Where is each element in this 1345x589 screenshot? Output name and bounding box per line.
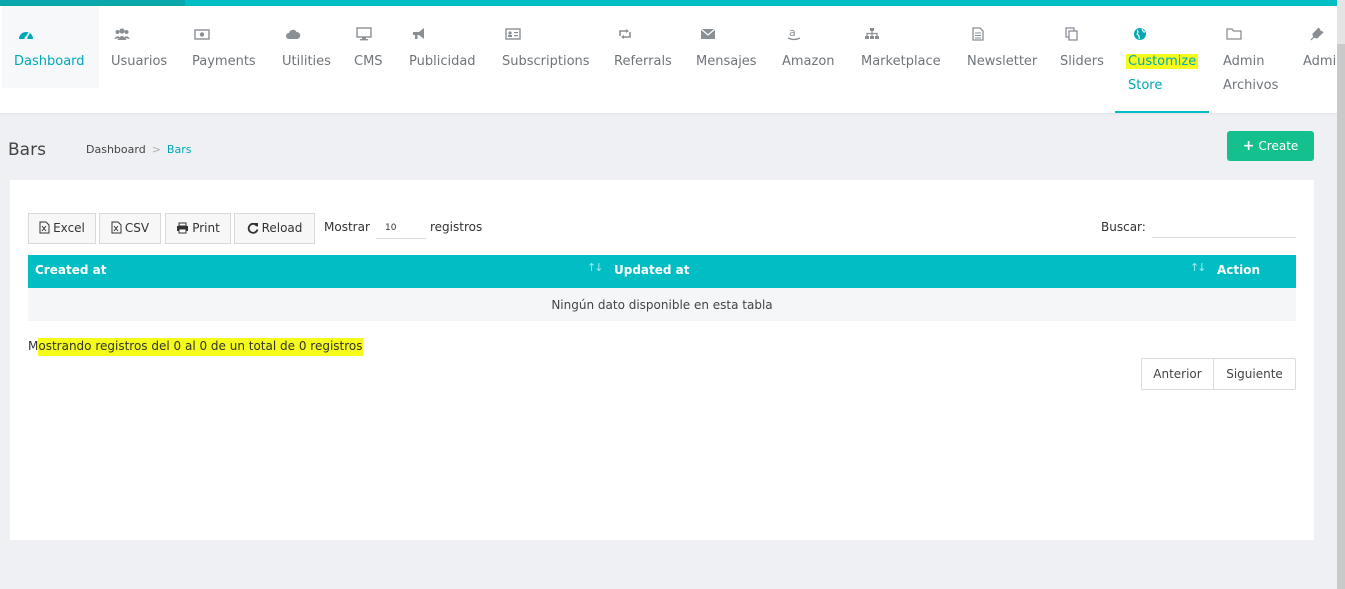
copy-icon: [1064, 26, 1080, 41]
nav-item-amazon[interactable]: a Amazon: [774, 6, 844, 113]
nav-label-newsletter: Newsletter: [967, 54, 1038, 69]
globe-icon: [1132, 26, 1148, 40]
records-label: registros: [430, 220, 483, 234]
nav-label-archivos: Archivos: [1223, 78, 1279, 93]
cloud-icon: [285, 26, 301, 40]
nav-label-referrals: Referrals: [614, 54, 672, 69]
users-icon: [114, 26, 130, 40]
plus-icon: +: [1242, 138, 1255, 154]
nav-label-cms: CMS: [354, 54, 383, 69]
nav-item-customize-store[interactable]: Customize Store: [1115, 6, 1209, 113]
nav-label-mensajes: Mensajes: [696, 54, 757, 69]
table-info-first-letter: M: [28, 339, 39, 353]
pagination: Anterior Siguiente: [1141, 358, 1296, 390]
nav-item-admin-plugins[interactable]: Admi: [1296, 6, 1337, 113]
nav-item-payments[interactable]: Payments: [182, 6, 264, 113]
print-icon: [177, 222, 189, 234]
nav-label-amazon: Amazon: [782, 54, 835, 69]
reload-button[interactable]: Reload: [234, 213, 315, 244]
nav-label-subscriptions: Subscriptions: [502, 54, 590, 69]
reload-label: Reload: [261, 221, 303, 235]
desktop-icon: [356, 26, 372, 41]
reload-icon: [247, 222, 258, 234]
nav-label-payments: Payments: [192, 54, 256, 69]
nav-item-cms[interactable]: CMS: [345, 6, 395, 113]
nav-item-subscriptions[interactable]: Subscriptions: [494, 6, 594, 113]
search-input[interactable]: [1152, 217, 1296, 238]
plug-icon: [1308, 26, 1324, 41]
excel-file-icon: [39, 221, 50, 234]
excel-export-button[interactable]: Excel: [28, 213, 96, 244]
sort-both-icon[interactable]: ↑↓: [587, 261, 604, 274]
nav-label-store: Store: [1128, 78, 1163, 93]
show-entries-label: Mostrar: [324, 220, 370, 234]
document-icon: [970, 26, 986, 41]
nav-item-utilities[interactable]: Utilities: [272, 6, 338, 113]
money-icon: [194, 26, 210, 40]
csv-file-icon: [111, 221, 122, 234]
main-navbar: Dashboard Usuarios Payments Utilities CM…: [0, 6, 1337, 113]
breadcrumb-dashboard-link[interactable]: Dashboard: [86, 143, 146, 156]
envelope-icon: [700, 26, 716, 40]
sort-both-icon[interactable]: ↑↓: [1190, 261, 1207, 274]
nav-label-usuarios: Usuarios: [111, 54, 168, 69]
id-card-icon: [505, 26, 521, 40]
previous-page-button[interactable]: Anterior: [1142, 359, 1214, 389]
breadcrumb: Dashboard > Bars: [86, 143, 191, 156]
nav-item-admin-archivos[interactable]: Admin Archivos: [1214, 6, 1294, 113]
breadcrumb-current: Bars: [166, 143, 192, 156]
nav-item-dashboard[interactable]: Dashboard: [2, 6, 99, 88]
column-header-created-at[interactable]: Created at: [35, 255, 106, 286]
create-button-label: Create: [1258, 139, 1299, 153]
search-label: Buscar:: [1101, 220, 1146, 234]
retweet-icon: [617, 26, 633, 40]
nav-item-sliders[interactable]: Sliders: [1052, 6, 1112, 113]
empty-table-row: Ningún dato disponible en esta tabla: [28, 288, 1296, 321]
folder-icon: [1226, 26, 1242, 40]
amazon-icon: a: [786, 26, 802, 41]
column-header-action: Action: [1217, 263, 1261, 277]
nav-item-newsletter[interactable]: Newsletter: [958, 6, 1042, 113]
excel-label: Excel: [53, 221, 85, 235]
column-header-updated-at[interactable]: Updated at: [614, 255, 690, 286]
nav-label-utilities: Utilities: [282, 54, 331, 69]
nav-label-admi: Admi: [1303, 54, 1337, 69]
nav-label-dashboard: Dashboard: [14, 54, 85, 69]
print-button[interactable]: Print: [165, 213, 231, 244]
nav-label-marketplace: Marketplace: [861, 54, 941, 69]
nav-item-mensajes[interactable]: Mensajes: [688, 6, 766, 113]
nav-item-usuarios[interactable]: Usuarios: [100, 6, 180, 113]
page-length-input[interactable]: [376, 217, 426, 239]
print-label: Print: [192, 221, 220, 235]
nav-item-referrals[interactable]: Referrals: [606, 6, 682, 113]
svg-text:a: a: [789, 26, 796, 39]
nav-label-admin: Admin: [1223, 54, 1265, 69]
nav-item-marketplace[interactable]: Marketplace: [852, 6, 948, 113]
table-header: Created at ↑↓ Updated at ↑↓ Action: [28, 255, 1296, 288]
scrollbar-thumb[interactable]: [1337, 44, 1345, 589]
create-button[interactable]: + Create: [1227, 131, 1314, 161]
csv-export-button[interactable]: CSV: [99, 213, 161, 244]
next-page-button[interactable]: Siguiente: [1214, 359, 1295, 389]
table-info: Mostrando registros del 0 al 0 de un tot…: [28, 338, 363, 356]
nav-label-customize: Customize: [1126, 50, 1199, 74]
breadcrumb-chevron-icon: >: [151, 143, 161, 156]
nav-item-publicidad[interactable]: Publicidad: [400, 6, 482, 113]
dashboard-icon: [18, 26, 34, 40]
nav-label-publicidad: Publicidad: [409, 54, 476, 69]
sitemap-icon: [864, 26, 880, 40]
page-title: Bars: [8, 140, 46, 160]
csv-label: CSV: [124, 221, 150, 235]
nav-label-sliders: Sliders: [1060, 54, 1104, 69]
table-info-text: ostrando registros del 0 al 0 de un tota…: [38, 338, 363, 356]
megaphone-icon: [411, 26, 427, 40]
nav-label-customize-text: Customize: [1126, 54, 1199, 69]
